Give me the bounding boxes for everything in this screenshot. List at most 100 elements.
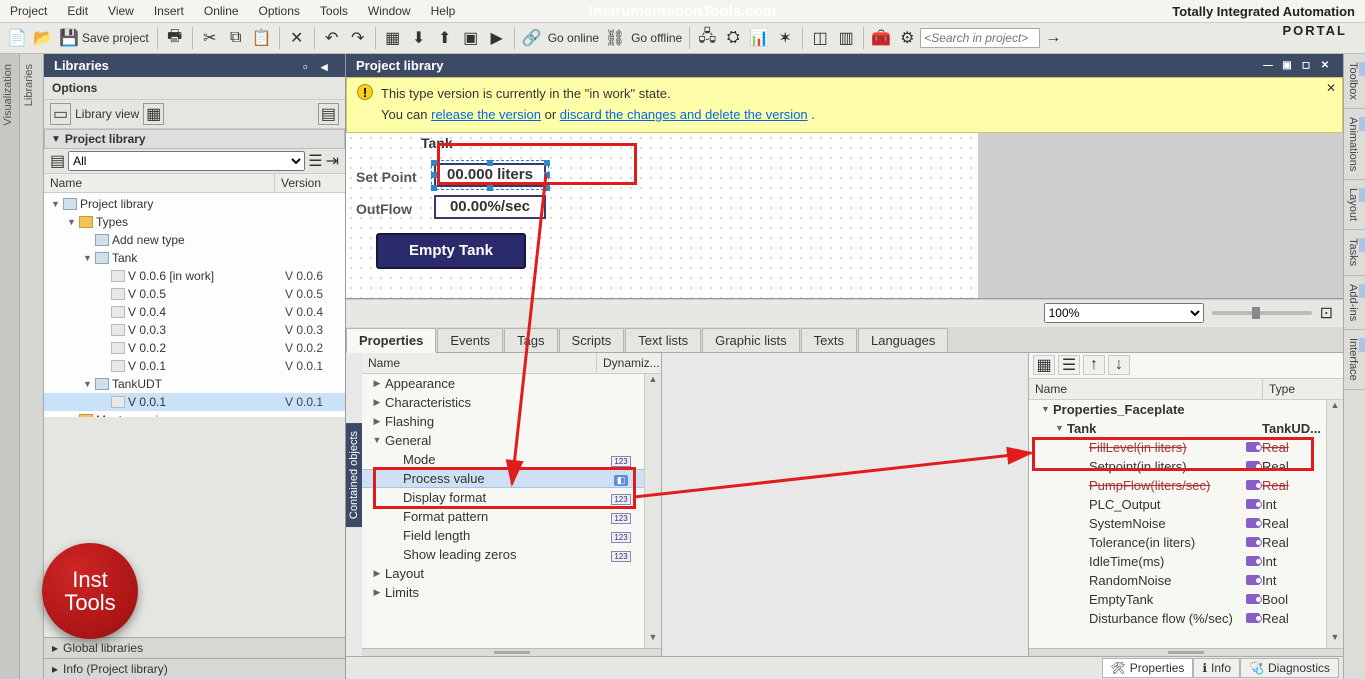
download-icon[interactable]: ⬇ [407, 26, 431, 50]
menu-help[interactable]: Help [421, 1, 466, 21]
new-project-icon[interactable]: 📄 [5, 26, 29, 50]
tree-row[interactable]: ▶Master copies [44, 411, 345, 417]
library-tree[interactable]: ▼Project library▼TypesAdd new type▼TankV… [44, 193, 345, 417]
tree-row[interactable]: ▼Project library [44, 195, 345, 213]
save-icon[interactable]: 💾 [57, 26, 81, 50]
discard-changes-link[interactable]: discard the changes and delete the versi… [560, 107, 808, 122]
iface-row[interactable]: ▼TankTankUD... [1029, 419, 1326, 438]
minimize-icon[interactable]: — [1260, 59, 1276, 73]
upload-icon[interactable]: ⬆ [433, 26, 457, 50]
iface-btn-down[interactable]: ↓ [1108, 355, 1130, 375]
start-runtime-icon[interactable]: ▶ [485, 26, 509, 50]
tab-graphic-lists[interactable]: Graphic lists [702, 328, 800, 352]
tools-icon[interactable]: 🧰 [869, 26, 893, 50]
menu-project[interactable]: Project [0, 1, 57, 21]
iface-row[interactable]: Tolerance(in liters)Real [1029, 533, 1326, 552]
options-more-icon[interactable]: ▤ [318, 103, 339, 125]
iface-row[interactable]: PumpFlow(liters/sec)Real [1029, 476, 1326, 495]
release-version-link[interactable]: release the version [431, 107, 541, 122]
libraries-rail[interactable]: Libraries [20, 54, 44, 679]
tools2-icon[interactable]: ⚙ [895, 26, 919, 50]
tree-row[interactable]: V 0.0.2V 0.0.2 [44, 339, 345, 357]
layout2-icon[interactable]: ▥ [834, 26, 858, 50]
redo-icon[interactable]: ↷ [346, 26, 370, 50]
tree-btn-1[interactable]: ☰ [308, 151, 322, 171]
project-library-collapse[interactable]: ▼ Project library [44, 129, 345, 149]
rail-tasks[interactable]: Tasks [1344, 230, 1365, 275]
tree-row[interactable]: V 0.0.1V 0.0.1 [44, 393, 345, 411]
tab-texts[interactable]: Texts [801, 328, 857, 352]
zoom-slider[interactable] [1212, 311, 1312, 315]
tree-row[interactable]: ▼TankUDT [44, 375, 345, 393]
menu-edit[interactable]: Edit [57, 1, 98, 21]
compile-icon[interactable]: ▦ [381, 26, 405, 50]
go-offline-icon[interactable]: ⛓ [603, 26, 627, 50]
iface-row[interactable]: EmptyTankBool [1029, 590, 1326, 609]
rail-animations[interactable]: Animations [1344, 109, 1365, 180]
empty-tank-button[interactable]: Empty Tank [376, 233, 526, 269]
save-project-label[interactable]: Save project [82, 31, 153, 45]
tree-row[interactable]: V 0.0.5V 0.0.5 [44, 285, 345, 303]
tree-row[interactable]: ▼Types [44, 213, 345, 231]
menu-options[interactable]: Options [249, 1, 310, 21]
prop-row[interactable]: Show leading zeros123 [362, 545, 644, 564]
search-input[interactable] [920, 28, 1040, 48]
rail-layout[interactable]: Layout [1344, 180, 1365, 230]
print-icon[interactable]: 🖶 [163, 26, 187, 50]
iface-row[interactable]: ▼Properties_Faceplate [1029, 400, 1326, 419]
filter-select[interactable]: All [68, 151, 305, 171]
delete-icon[interactable]: ✕ [285, 26, 309, 50]
menu-view[interactable]: View [98, 1, 144, 21]
prop-row[interactable]: ▶Appearance [362, 374, 644, 393]
tree-row[interactable]: V 0.0.1V 0.0.1 [44, 357, 345, 375]
iface-row[interactable]: RandomNoiseInt [1029, 571, 1326, 590]
global-libraries-bar[interactable]: ▸ Global libraries [44, 637, 345, 658]
iface-row[interactable]: Disturbance flow (%/sec)Real [1029, 609, 1326, 628]
prop-row[interactable]: ▶Characteristics [362, 393, 644, 412]
iface-row[interactable]: FillLevel(in liters)Real [1029, 438, 1326, 457]
tree-row[interactable]: V 0.0.4V 0.0.4 [44, 303, 345, 321]
info-bar[interactable]: ▸ Info (Project library) [44, 658, 345, 679]
outflow-io-field[interactable]: 00.00%/sec [434, 195, 546, 219]
visualization-tab[interactable]: Visualization [0, 54, 16, 136]
zoom-reset-icon[interactable]: ⊡ [1320, 303, 1333, 323]
accessible-devices-icon[interactable]: 🖧 [695, 26, 719, 50]
menu-tools[interactable]: Tools [310, 1, 358, 21]
cross-refs-icon[interactable]: ✶ [773, 26, 797, 50]
close-icon[interactable]: ✕ [1317, 59, 1333, 73]
iface-row[interactable]: SystemNoiseReal [1029, 514, 1326, 533]
interface-rows[interactable]: ▼Properties_Faceplate▼TankTankUD...FillL… [1029, 400, 1326, 648]
property-rows[interactable]: ▶Appearance▶Characteristics▶Flashing▼Gen… [362, 374, 644, 648]
restore-icon[interactable]: ▣ [1279, 59, 1295, 73]
bottom-tab-properties[interactable]: 🛠Properties [1102, 658, 1194, 678]
library-view-label[interactable]: Library view [75, 107, 139, 121]
tree-row[interactable]: ▼Tank [44, 249, 345, 267]
prop-row[interactable]: ▼General [362, 431, 644, 450]
library-view-icon[interactable]: ▭ [50, 103, 71, 125]
simulate-icon[interactable]: ▣ [459, 26, 483, 50]
prop-row[interactable]: Mode123 [362, 450, 644, 469]
contained-objects-tab[interactable]: Contained objects [346, 423, 362, 527]
menu-online[interactable]: Online [194, 1, 249, 21]
search-go-icon[interactable]: → [1041, 26, 1065, 50]
tree-btn-2[interactable]: ⇥ [326, 151, 339, 171]
menu-window[interactable]: Window [358, 1, 421, 21]
hardware-icon[interactable]: ⛭ [721, 26, 745, 50]
prop-row[interactable]: ▶Layout [362, 564, 644, 583]
pin-icon[interactable]: ▫ [303, 59, 317, 73]
prop-row[interactable]: Display format123 [362, 488, 644, 507]
rail-toolbox[interactable]: Toolbox [1344, 54, 1365, 109]
prop-row[interactable]: ▶Limits [362, 583, 644, 602]
collapse-icon[interactable]: ◂ [321, 59, 335, 73]
copy-icon[interactable]: ⧉ [224, 26, 248, 50]
tab-text-lists[interactable]: Text lists [625, 328, 701, 352]
open-project-icon[interactable]: 📂 [31, 26, 55, 50]
iface-row[interactable]: PLC_OutputInt [1029, 495, 1326, 514]
tree-row[interactable]: V 0.0.3V 0.0.3 [44, 321, 345, 339]
iface-scrollbar[interactable]: ▲▼ [1326, 400, 1343, 648]
paste-icon[interactable]: 📋 [250, 26, 274, 50]
trace-icon[interactable]: 📊 [747, 26, 771, 50]
close-warning-icon[interactable]: ✕ [1326, 81, 1336, 95]
tab-tags[interactable]: Tags [504, 328, 557, 352]
tab-events[interactable]: Events [437, 328, 503, 352]
